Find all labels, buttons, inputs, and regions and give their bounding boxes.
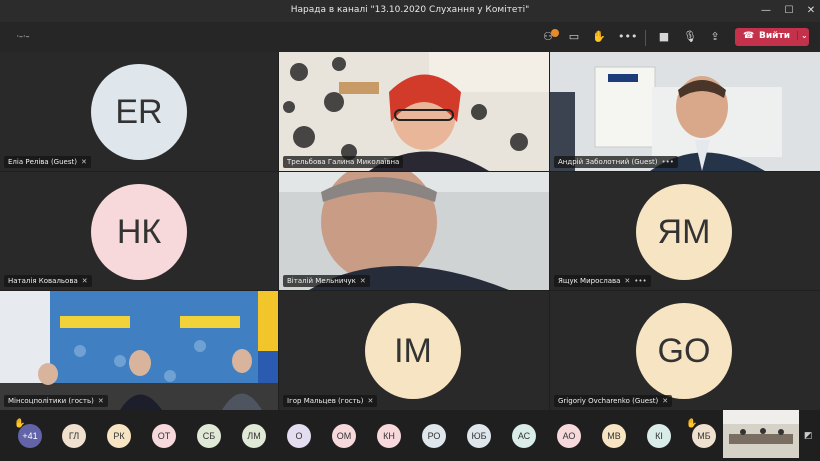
mic-icon[interactable]: 🎙 — [683, 30, 697, 44]
participant-tile[interactable]: IM Ігор Мальцев (гость) ✕ — [279, 291, 549, 410]
avatar: НК — [91, 184, 187, 280]
participant-avatar[interactable]: ОМ — [332, 424, 356, 448]
mic-off-icon: ✕ — [367, 397, 374, 405]
participant-video — [0, 291, 278, 410]
maximize-button[interactable]: ☐ — [782, 4, 796, 18]
leave-button[interactable]: ☎ Вийти ⌄ — [735, 28, 809, 46]
more-icon: ••• — [661, 158, 674, 166]
more-icon: ••• — [634, 277, 647, 285]
name-tag: Еліа Реліва (Guest) ✕ — [4, 156, 91, 168]
participant-avatar[interactable]: ОТ — [152, 424, 176, 448]
participant-strip: ✋ +41 ГЛ РК ОТ СБ ЛМ О ОМ КН РО ЮБ АС АО МВ КІ МБ ✋ — [0, 410, 820, 461]
name-tag: Трельбова Галина Миколаївна — [283, 156, 404, 168]
participant-avatar[interactable]: О — [287, 424, 311, 448]
participant-tile[interactable]: Андрій Заболотний (Guest) ••• — [550, 52, 820, 171]
participant-avatar[interactable]: СБ — [197, 424, 221, 448]
name-tag: Grigoriy Ovcharenko (Guest) ✕ — [554, 395, 673, 407]
participant-tile[interactable]: НК Наталія Ковальова ✕ — [0, 172, 278, 290]
avatar: GO — [636, 303, 732, 399]
participant-avatar[interactable]: АО — [557, 424, 581, 448]
participant-avatar[interactable]: КІ — [647, 424, 671, 448]
name-tag: Мінсоцполітики (гость) ✕ — [4, 395, 108, 407]
mic-off-icon: ✕ — [662, 397, 669, 405]
mic-off-icon: ✕ — [359, 277, 366, 285]
video-grid: ER Еліа Реліва (Guest) ✕ Трельбова Галина… — [0, 52, 820, 410]
close-button[interactable]: ✕ — [804, 4, 818, 18]
participant-tile[interactable]: ER Еліа Реліва (Guest) ✕ — [0, 52, 278, 171]
name-tag: Віталій Мельничук ✕ — [283, 275, 370, 287]
name-tag: Ящук Мирослава ✕ ••• — [554, 275, 651, 287]
participant-avatar[interactable]: АС — [512, 424, 536, 448]
more-icon[interactable]: ••• — [618, 30, 637, 44]
raise-hand-icon: ✋ — [686, 419, 698, 429]
participant-avatar[interactable]: ГЛ — [62, 424, 86, 448]
participant-tile[interactable]: Мінсоцполітики (гость) ✕ — [0, 291, 278, 410]
chevron-down-icon[interactable]: ⌄ — [797, 31, 808, 40]
participant-tile[interactable]: ЯМ Ящук Мирослава ✕ ••• — [550, 172, 820, 290]
camera-toggle-icon[interactable]: ◩ — [804, 431, 813, 441]
title-bar: Нарада в каналі "13.10.2020 Слухання у К… — [0, 0, 820, 22]
share-icon[interactable]: ⇪ — [708, 30, 722, 44]
participant-avatar[interactable]: МВ — [602, 424, 626, 448]
participant-video — [550, 52, 820, 171]
name-tag: Ігор Мальцев (гость) ✕ — [283, 395, 378, 407]
name-tag: Наталія Ковальова ✕ — [4, 275, 92, 287]
camera-icon[interactable]: ■ — [657, 30, 671, 44]
more-participants-button[interactable]: +41 — [18, 424, 42, 448]
phone-icon: ☎ — [743, 31, 755, 41]
participant-avatar[interactable]: ЛМ — [242, 424, 266, 448]
participant-avatar[interactable]: РК — [107, 424, 131, 448]
chat-icon[interactable]: ▭ — [567, 30, 581, 44]
participant-avatar[interactable]: ЮБ — [467, 424, 491, 448]
participant-avatar[interactable]: РО — [422, 424, 446, 448]
window-title: Нарада в каналі "13.10.2020 Слухання у К… — [290, 5, 530, 15]
participant-tile[interactable]: GO Grigoriy Ovcharenko (Guest) ✕ — [550, 291, 820, 410]
mic-off-icon: ✕ — [97, 397, 104, 405]
timer-icon: ·–·– — [16, 32, 30, 41]
participant-tile[interactable]: Трельбова Галина Миколаївна — [279, 52, 549, 171]
avatar: IM — [365, 303, 461, 399]
participants-badge — [551, 29, 559, 37]
mic-off-icon: ✕ — [80, 158, 87, 166]
mic-off-icon: ✕ — [81, 277, 88, 285]
participant-video — [279, 52, 549, 171]
participant-tile[interactable]: Віталій Мельничук ✕ — [279, 172, 549, 290]
name-tag: Андрій Заболотний (Guest) ••• — [554, 156, 678, 168]
avatar: ER — [91, 64, 187, 160]
self-video — [723, 410, 799, 458]
toolbar-divider — [645, 30, 646, 46]
raise-hand-icon[interactable]: ✋ — [592, 30, 606, 44]
participant-avatar[interactable]: КН — [377, 424, 401, 448]
self-view[interactable] — [723, 410, 799, 458]
minimize-button[interactable]: — — [759, 4, 773, 18]
mic-off-icon: ✕ — [624, 277, 631, 285]
avatar: ЯМ — [636, 184, 732, 280]
participant-video — [279, 172, 549, 290]
meeting-toolbar: ·–·– ⚇ ▭ ✋ ••• ■ 🎙 ⇪ — [0, 22, 820, 52]
